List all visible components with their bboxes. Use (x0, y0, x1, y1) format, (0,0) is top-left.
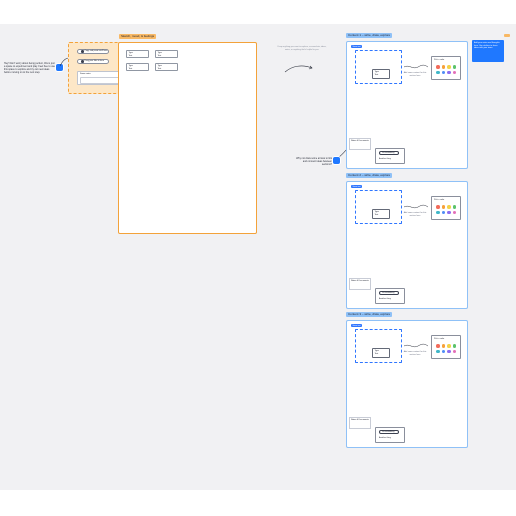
sticky-note[interactable]: Type Text (155, 63, 178, 71)
action-card[interactable]: Do something Another thing (375, 288, 405, 304)
squiggle-connector (403, 64, 429, 69)
frame-label-content-2[interactable]: Content 2 – write, draw, explore (346, 173, 393, 179)
swatch-pink[interactable] (452, 349, 456, 353)
palette-swatches[interactable] (436, 65, 458, 74)
squiggle-connector (403, 204, 429, 209)
note-card[interactable]: Type Text (372, 69, 390, 79)
swatch-green[interactable] (452, 65, 456, 69)
note-card[interactable]: Type Text (372, 348, 390, 358)
swatch-purple[interactable] (447, 210, 451, 214)
squiggle-connector (403, 343, 429, 348)
content-frame-1[interactable]: Some text Type Text Add some context for… (346, 41, 468, 169)
sticky-note[interactable]: Type Text (126, 50, 149, 58)
section-caption: Add some context for this section here (403, 212, 427, 217)
connect-note[interactable]: Why not draw some arrows to link and con… (294, 157, 332, 166)
swatch-yellow[interactable] (447, 65, 451, 69)
color-palette[interactable]: Pick a color (431, 335, 461, 359)
sticky-corner-tab (504, 34, 510, 37)
section-caption: Add some context for this section here (403, 351, 427, 356)
toolbox-group[interactable]: Copy and paste stuff here Drag your file… (68, 42, 120, 94)
swatch-orange[interactable] (441, 205, 445, 209)
notes-input[interactable] (80, 77, 119, 84)
frame-label-sketch[interactable]: Sketch, mood, & feelings (119, 34, 157, 40)
another-thing-link[interactable]: Another thing (379, 437, 395, 440)
document-thumbnail[interactable]: Notes & Documents (349, 138, 371, 150)
drop-zone[interactable]: Type Text (355, 50, 402, 84)
swatch-yellow[interactable] (447, 205, 451, 209)
swatch-green[interactable] (452, 344, 456, 348)
drop-zone[interactable]: Type Text (355, 329, 402, 363)
swatch-orange[interactable] (441, 344, 445, 348)
drop-zone[interactable]: Type Text (355, 190, 402, 224)
action-card[interactable]: Do something Another thing (375, 427, 405, 443)
content-frame-2[interactable]: Some text Type Text Add some context for… (346, 181, 468, 309)
swatch-blue[interactable] (441, 210, 445, 214)
sticky-note[interactable]: Type Text (126, 63, 149, 71)
sticky-note[interactable]: Type Text (155, 50, 178, 58)
swatch-purple[interactable] (447, 349, 451, 353)
notes-card[interactable]: Some notes (77, 71, 120, 85)
hint-arrow (284, 65, 313, 73)
another-thing-link[interactable]: Another thing (379, 158, 395, 161)
do-something-button[interactable]: Do something (379, 151, 399, 155)
blue-sticky-note[interactable]: Add your notes and thoughts here. Use st… (472, 40, 504, 62)
swatch-purple[interactable] (447, 70, 451, 74)
swatch-blue[interactable] (441, 70, 445, 74)
color-palette[interactable]: Pick a color (431, 56, 461, 80)
section-tag: Some text (351, 324, 363, 328)
swatch-teal[interactable] (436, 70, 440, 74)
palette-swatches[interactable] (436, 205, 458, 214)
swatch-green[interactable] (452, 205, 456, 209)
do-something-button[interactable]: Do something (379, 291, 399, 295)
action-card[interactable]: Do something Another thing (375, 148, 405, 164)
copy-paste-pill[interactable]: Copy and paste stuff here (77, 49, 109, 54)
drag-files-pill[interactable]: Drag your files in here (77, 59, 109, 64)
content-frame-3[interactable]: Some text Type Text Add some context for… (346, 320, 468, 448)
swatch-yellow[interactable] (447, 344, 451, 348)
another-thing-link[interactable]: Another thing (379, 298, 395, 301)
swatch-red[interactable] (436, 65, 440, 69)
color-palette[interactable]: Pick a color (431, 196, 461, 220)
do-something-button[interactable]: Do something (379, 430, 399, 434)
document-thumbnail[interactable]: Notes & Documents (349, 278, 371, 290)
hint-text: Drop anything you want to explore, scree… (277, 46, 327, 51)
frame-label-content-3[interactable]: Content 3 – write, draw, explore (346, 312, 393, 318)
sketch-frame[interactable]: Type Text Type Text Type Text Type Text (118, 42, 257, 234)
cursor-avatar-icon (333, 157, 340, 164)
document-thumbnail[interactable]: Notes & Documents (349, 417, 371, 429)
palette-swatches[interactable] (436, 344, 458, 353)
swatch-pink[interactable] (452, 210, 456, 214)
swatch-teal[interactable] (436, 210, 440, 214)
swatch-red[interactable] (436, 344, 440, 348)
frame-label-content-1[interactable]: Content 1 – write, draw, explore (346, 33, 393, 39)
swatch-blue[interactable] (441, 349, 445, 353)
clipboard-icon (81, 50, 84, 53)
section-tag: Some text (351, 45, 363, 49)
swatch-pink[interactable] (452, 70, 456, 74)
swatch-teal[interactable] (436, 349, 440, 353)
section-caption: Add some context for this section here (403, 72, 427, 77)
upload-icon (81, 60, 84, 63)
swatch-red[interactable] (436, 205, 440, 209)
swatch-orange[interactable] (441, 65, 445, 69)
note-card[interactable]: Type Text (372, 209, 390, 219)
section-tag: Some text (351, 185, 363, 189)
